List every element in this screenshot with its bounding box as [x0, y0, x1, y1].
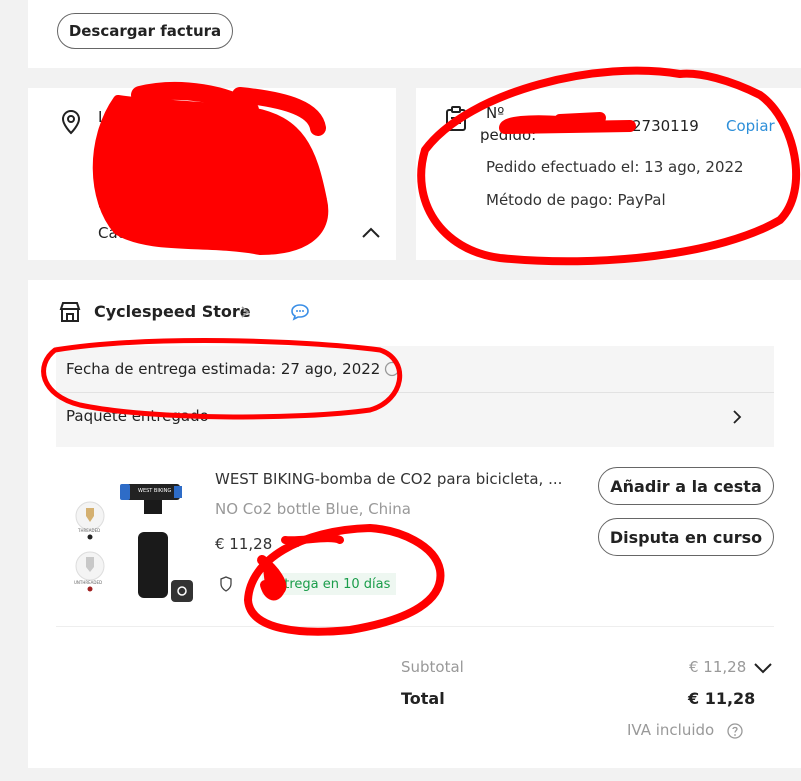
- add-to-cart-button[interactable]: Añadir a la cesta: [598, 467, 774, 505]
- address-line-2: 3: [206, 140, 216, 158]
- divider: [56, 626, 774, 627]
- dispute-button[interactable]: Disputa en curso: [598, 518, 774, 556]
- package-chevron-right-icon[interactable]: [730, 408, 744, 426]
- address-line-3b: E: [180, 172, 190, 190]
- help-icon[interactable]: [726, 722, 744, 740]
- thumb-label-threaded: THREADED: [78, 528, 101, 533]
- address-line-1: L: [98, 108, 107, 126]
- download-invoice-button[interactable]: Descargar factura: [57, 13, 233, 49]
- shield-icon: [220, 576, 232, 592]
- payment-method: Método de pago: PayPal: [486, 191, 666, 209]
- delivery-panel: Fecha de entrega estimada: 27 ago, 2022 …: [56, 346, 774, 447]
- clipboard-icon: [446, 106, 466, 131]
- delivery-estimate: Fecha de entrega estimada: 27 ago, 2022: [66, 360, 381, 378]
- order-number-fragment-1: 301: [548, 117, 577, 135]
- chevron-right-icon[interactable]: [238, 304, 252, 320]
- delivery-badge-text: entrega en 10 días: [268, 576, 391, 592]
- thumb-label-unthreaded: UNTHREADED: [74, 580, 103, 585]
- address-line-1b: PI: [196, 108, 210, 126]
- product-title-link[interactable]: WEST BIKING-bomba de CO2 para bicicleta,…: [215, 470, 562, 488]
- chat-icon[interactable]: [290, 303, 310, 321]
- vat-label: IVA incluido: [627, 721, 715, 739]
- order-info-card: Nº pedido: 301 2730119 Copiar Pedido efe…: [416, 88, 801, 260]
- order-number-fragment-2: 2730119: [632, 117, 699, 135]
- order-placed-date: Pedido efectuado el: 13 ago, 2022: [486, 158, 744, 176]
- subtotal-label: Subtotal: [401, 658, 464, 676]
- store-name-link[interactable]: Cyclespeed Store: [94, 302, 251, 321]
- address-line-3c: AXA: [274, 172, 305, 190]
- package-status: Paquete entregado: [66, 407, 209, 425]
- chevron-up-icon[interactable]: [360, 224, 382, 240]
- product-image[interactable]: THREADED UNTHREADED WEST BIKING: [70, 470, 194, 604]
- product-quantity: x1: [284, 536, 300, 551]
- address-line-3a: C: [98, 172, 109, 190]
- store-icon: [59, 302, 81, 322]
- copy-order-number-link[interactable]: Copiar: [726, 117, 775, 135]
- info-icon[interactable]: [384, 361, 400, 377]
- subtotal-value: € 11,28: [689, 658, 747, 676]
- invoice-card: Descargar factura: [28, 0, 801, 68]
- total-label: Total: [401, 689, 445, 708]
- divider: [56, 392, 774, 393]
- address-line-4a: S: [98, 194, 108, 212]
- order-number-label: Nº: [486, 104, 505, 122]
- order-number-label-2: pedido:: [480, 126, 537, 144]
- store-order-card: Cyclespeed Store Fecha de entrega estima…: [28, 280, 801, 768]
- address-line-4b: RI: [140, 194, 155, 212]
- product-variant: NO Co2 bottle Blue, China: [215, 500, 411, 518]
- delivery-badge: entrega en 10 días: [262, 573, 397, 595]
- chevron-down-icon[interactable]: [752, 660, 774, 676]
- address-line-5b: 11009: [250, 224, 298, 242]
- location-pin-icon: [61, 109, 81, 135]
- address-line-5a: Cad: [98, 224, 128, 242]
- product-price: € 11,28: [215, 535, 273, 553]
- shipping-address-card: L PI 3 C E AXA S RI Cad 11009: [28, 88, 396, 260]
- brand-text: WEST BIKING: [138, 488, 172, 494]
- total-value: € 11,28: [688, 689, 756, 708]
